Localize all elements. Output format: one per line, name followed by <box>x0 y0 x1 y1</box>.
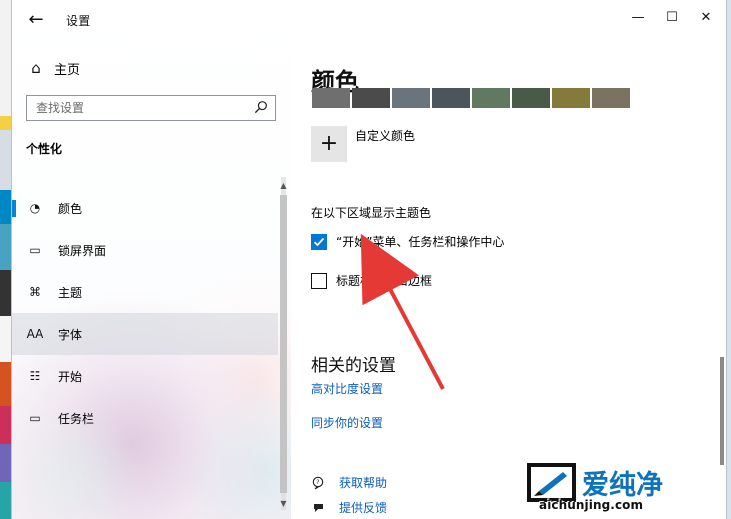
feedback-icon <box>311 500 327 516</box>
sidebar-scrollbar[interactable]: ▲ ▼ <box>278 177 289 510</box>
sidebar-item-fonts[interactable]: AA 字体 <box>12 313 278 355</box>
accent-surfaces-label: 在以下区域显示主题色 <box>311 206 432 220</box>
help-chat-icon: ? <box>311 475 327 491</box>
scroll-down-icon[interactable]: ▼ <box>278 497 289 509</box>
svg-text:?: ? <box>316 479 319 486</box>
taskbar-icon: ▭ <box>29 411 41 425</box>
sidebar-item-label: 字体 <box>58 327 83 342</box>
settings-sidebar: ← 设置 ⌂ 主页 个性化 ◔ 颜色 <box>12 0 291 519</box>
search-icon <box>254 101 267 114</box>
desktop-background-strip <box>0 482 12 519</box>
color-swatch[interactable] <box>432 88 470 108</box>
palette-icon: ◔ <box>29 201 41 215</box>
sidebar-item-colors[interactable]: ◔ 颜色 <box>12 187 278 229</box>
desktop-background-strip <box>0 362 12 406</box>
desktop-background-strip <box>0 0 12 116</box>
color-swatch[interactable] <box>552 88 590 108</box>
sidebar-item-label: 开始 <box>58 369 83 384</box>
custom-color-label: 自定义颜色 <box>355 129 416 143</box>
desktop-background-strip <box>0 444 12 482</box>
color-swatches <box>312 88 630 108</box>
sidebar-item-start[interactable]: ☷ 开始 <box>12 355 278 397</box>
sidebar-item-lock-screen[interactable]: ▭ 锁屏界面 <box>12 229 278 271</box>
start-icon: ☷ <box>29 369 41 383</box>
home-icon: ⌂ <box>31 59 41 77</box>
personalization-heading: 个性化 <box>26 142 63 156</box>
title-bars-label: 标题栏和窗口边框 <box>336 274 433 288</box>
color-swatch[interactable] <box>472 88 510 108</box>
start-taskbar-checkbox[interactable] <box>311 233 327 250</box>
settings-window: ← 设置 ⌂ 主页 个性化 ◔ 颜色 <box>12 0 726 519</box>
title-bars-checkbox[interactable] <box>311 272 327 289</box>
personalization-navigation: ◔ 颜色 ▭ 锁屏界面 ⌘ 主题 AA 字体 ☷ 开始 ▭ 任务栏 <box>12 187 278 439</box>
font-icon: AA <box>26 327 44 341</box>
sidebar-item-label: 任务栏 <box>58 411 95 426</box>
title-bars-checkbox-row[interactable]: 标题栏和窗口边框 <box>311 272 432 289</box>
maximize-button[interactable]: ☐ <box>660 6 684 28</box>
lock-screen-icon: ▭ <box>29 243 41 257</box>
back-button[interactable]: ← <box>24 8 48 32</box>
window-controls: — ☐ ✕ <box>626 6 718 28</box>
start-taskbar-label: “开始”菜单、任务栏和操作中心 <box>336 235 505 249</box>
sidebar-item-label: 主题 <box>58 285 83 300</box>
sync-settings-link[interactable]: 同步你的设置 <box>311 414 383 431</box>
desktop-background-strip <box>0 406 12 444</box>
related-settings-heading: 相关的设置 <box>311 356 396 376</box>
desktop-background-strip <box>0 190 12 224</box>
feedback-link[interactable]: 提供反馈 <box>311 499 387 516</box>
color-swatch[interactable] <box>512 88 550 108</box>
get-help-label: 获取帮助 <box>339 476 388 490</box>
window-title: 设置 <box>66 13 91 28</box>
high-contrast-settings-link[interactable]: 高对比度设置 <box>311 380 383 397</box>
sidebar-item-label: 颜色 <box>58 201 83 216</box>
checkmark-icon <box>313 237 325 246</box>
sidebar-item-themes[interactable]: ⌘ 主题 <box>12 271 278 313</box>
feedback-label: 提供反馈 <box>339 501 388 515</box>
plus-icon: + <box>319 131 339 156</box>
colors-settings-page: — ☐ ✕ 颜色 + 自定义颜色 在以下区域显示主题色 “开始”菜单、任务栏和操… <box>291 0 726 519</box>
minimize-button[interactable]: — <box>626 6 650 28</box>
home-label: 主页 <box>54 62 81 78</box>
desktop-screenshot: ← 设置 ⌂ 主页 个性化 ◔ 颜色 <box>0 0 731 519</box>
search-box <box>26 95 276 121</box>
color-swatch[interactable] <box>592 88 630 108</box>
close-button[interactable]: ✕ <box>694 6 718 28</box>
custom-color-button[interactable]: + <box>311 126 347 162</box>
sidebar-item-taskbar[interactable]: ▭ 任务栏 <box>12 397 278 439</box>
sidebar-item-label: 锁屏界面 <box>58 243 107 258</box>
scroll-up-icon[interactable]: ▲ <box>278 179 289 191</box>
theme-icon: ⌘ <box>29 285 41 299</box>
desktop-background-strip <box>0 316 12 362</box>
desktop-background-strip <box>0 270 12 316</box>
desktop-background-strip <box>0 130 12 190</box>
back-arrow-icon: ← <box>28 9 44 30</box>
sidebar-item-home[interactable]: ⌂ 主页 <box>26 56 80 80</box>
desktop-background-strip <box>0 224 12 270</box>
color-swatch[interactable] <box>352 88 390 108</box>
color-swatch[interactable] <box>312 88 350 108</box>
color-swatch[interactable] <box>392 88 430 108</box>
scroll-thumb[interactable] <box>280 195 287 493</box>
get-help-link[interactable]: ? 获取帮助 <box>311 474 387 491</box>
desktop-background-strip <box>0 116 12 130</box>
content-scrollbar[interactable] <box>720 357 724 465</box>
start-taskbar-checkbox-row[interactable]: “开始”菜单、任务栏和操作中心 <box>311 233 504 250</box>
window-title-row: ← 设置 <box>24 8 90 32</box>
search-input[interactable] <box>27 96 246 120</box>
